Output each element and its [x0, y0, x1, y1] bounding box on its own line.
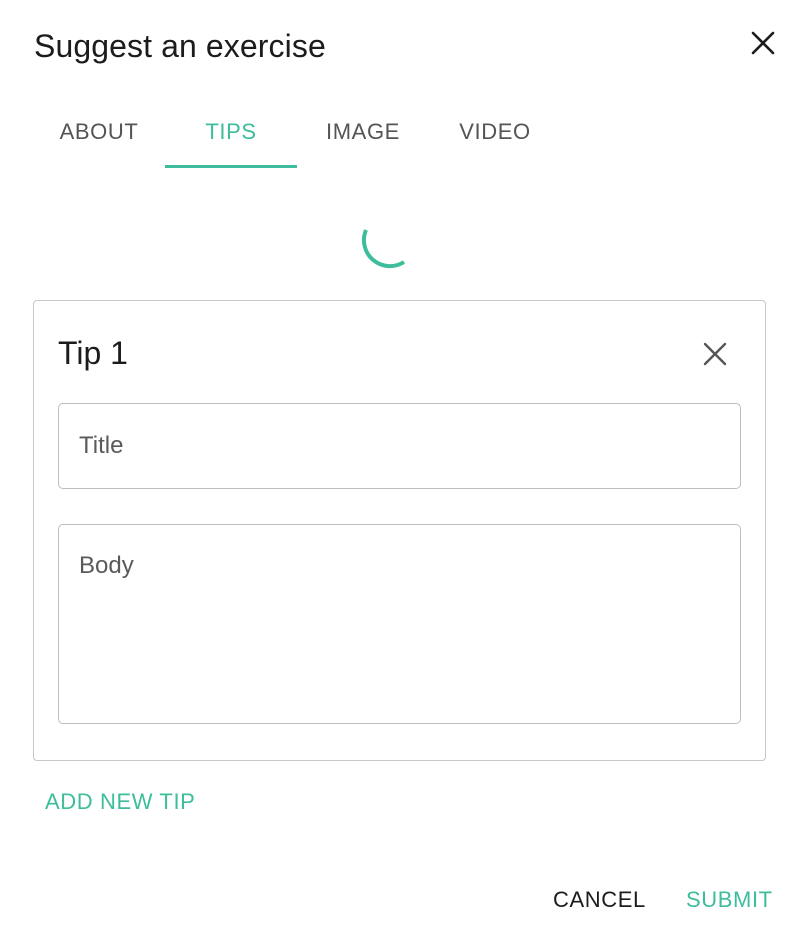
- remove-tip-button[interactable]: [698, 337, 732, 371]
- tab-bar: ABOUT TIPS IMAGE VIDEO: [33, 96, 561, 168]
- submit-button[interactable]: SUBMIT: [686, 887, 773, 913]
- tab-tips[interactable]: TIPS: [165, 96, 297, 168]
- tip-title-input[interactable]: [58, 403, 741, 489]
- tab-image[interactable]: IMAGE: [297, 96, 429, 168]
- tab-video[interactable]: VIDEO: [429, 96, 561, 168]
- tab-about[interactable]: ABOUT: [33, 96, 165, 168]
- add-new-tip-button[interactable]: ADD NEW TIP: [45, 789, 195, 815]
- cancel-button[interactable]: CANCEL: [553, 887, 646, 913]
- close-button[interactable]: [746, 26, 780, 60]
- spinner-icon: [362, 229, 406, 269]
- suggest-exercise-dialog: Suggest an exercise ABOUT TIPS IMAGE VID…: [0, 0, 800, 935]
- dialog-title: Suggest an exercise: [34, 28, 326, 64]
- tip-heading: Tip 1: [58, 335, 128, 371]
- close-icon: [751, 31, 775, 55]
- close-icon: [703, 342, 727, 366]
- tip-body-input[interactable]: [58, 524, 741, 724]
- tip-card: Tip 1: [33, 300, 766, 761]
